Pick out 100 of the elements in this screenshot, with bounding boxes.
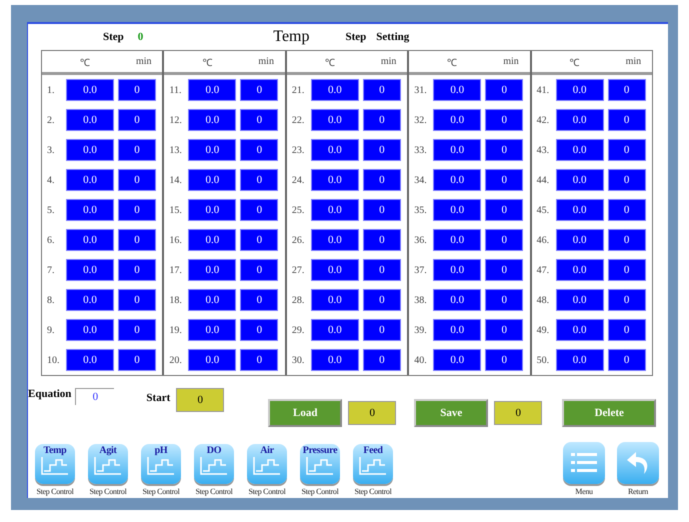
minutes-field[interactable]: 0 [485, 169, 524, 191]
temperature-field[interactable]: 0.0 [310, 289, 359, 311]
minutes-field[interactable]: 0 [362, 229, 401, 251]
temperature-field[interactable]: 0.0 [188, 79, 236, 101]
minutes-field[interactable]: 0 [485, 349, 524, 371]
temperature-field[interactable]: 0.0 [66, 109, 114, 131]
temperature-field[interactable]: 0.0 [556, 169, 604, 191]
minutes-field[interactable]: 0 [118, 109, 156, 131]
minutes-field[interactable]: 0 [608, 259, 646, 281]
temperature-field[interactable]: 0.0 [556, 319, 604, 341]
temperature-field[interactable]: 0.0 [310, 79, 359, 101]
temperature-field[interactable]: 0.0 [433, 169, 482, 191]
step-control-button[interactable]: pH [141, 444, 181, 484]
minutes-field[interactable]: 0 [118, 289, 156, 311]
minutes-field[interactable]: 0 [240, 289, 278, 311]
minutes-field[interactable]: 0 [362, 259, 401, 281]
minutes-field[interactable]: 0 [118, 139, 156, 161]
minutes-field[interactable]: 0 [240, 319, 278, 341]
minutes-field[interactable]: 0 [240, 349, 278, 371]
temperature-field[interactable]: 0.0 [310, 199, 359, 221]
minutes-field[interactable]: 0 [362, 79, 401, 101]
minutes-field[interactable]: 0 [608, 79, 646, 101]
temperature-field[interactable]: 0.0 [188, 259, 236, 281]
temperature-field[interactable]: 0.0 [66, 229, 114, 251]
minutes-field[interactable]: 0 [608, 349, 646, 371]
minutes-field[interactable]: 0 [240, 199, 278, 221]
minutes-field[interactable]: 0 [608, 199, 646, 221]
minutes-field[interactable]: 0 [362, 349, 401, 371]
temperature-field[interactable]: 0.0 [310, 139, 359, 161]
minutes-field[interactable]: 0 [362, 289, 401, 311]
temperature-field[interactable]: 0.0 [433, 289, 482, 311]
temperature-field[interactable]: 0.0 [66, 169, 114, 191]
temperature-field[interactable]: 0.0 [188, 349, 236, 371]
temperature-field[interactable]: 0.0 [556, 199, 604, 221]
step-control-button[interactable]: Agit [88, 444, 128, 484]
minutes-field[interactable]: 0 [608, 289, 646, 311]
minutes-field[interactable]: 0 [240, 229, 278, 251]
temperature-field[interactable]: 0.0 [556, 139, 604, 161]
minutes-field[interactable]: 0 [118, 229, 156, 251]
minutes-field[interactable]: 0 [608, 169, 646, 191]
temperature-field[interactable]: 0.0 [556, 109, 604, 131]
temperature-field[interactable]: 0.0 [188, 229, 236, 251]
minutes-field[interactable]: 0 [608, 229, 646, 251]
minutes-field[interactable]: 0 [118, 199, 156, 221]
step-control-button[interactable]: Pressure [300, 444, 340, 484]
minutes-field[interactable]: 0 [485, 319, 524, 341]
temperature-field[interactable]: 0.0 [310, 259, 359, 281]
minutes-field[interactable]: 0 [240, 259, 278, 281]
temperature-field[interactable]: 0.0 [188, 139, 236, 161]
minutes-field[interactable]: 0 [118, 349, 156, 371]
temperature-field[interactable]: 0.0 [556, 349, 604, 371]
minutes-field[interactable]: 0 [362, 319, 401, 341]
step-control-button[interactable]: Feed [353, 444, 393, 484]
step-control-button[interactable]: Air [247, 444, 287, 484]
temperature-field[interactable]: 0.0 [433, 139, 482, 161]
minutes-field[interactable]: 0 [362, 199, 401, 221]
minutes-field[interactable]: 0 [608, 319, 646, 341]
minutes-field[interactable]: 0 [118, 79, 156, 101]
step-control-button[interactable]: DO [194, 444, 234, 484]
minutes-field[interactable]: 0 [608, 139, 646, 161]
temperature-field[interactable]: 0.0 [556, 229, 604, 251]
temperature-field[interactable]: 0.0 [556, 289, 604, 311]
temperature-field[interactable]: 0.0 [556, 79, 604, 101]
temperature-field[interactable]: 0.0 [66, 199, 114, 221]
temperature-field[interactable]: 0.0 [433, 349, 482, 371]
minutes-field[interactable]: 0 [362, 169, 401, 191]
temperature-field[interactable]: 0.0 [556, 259, 604, 281]
minutes-field[interactable]: 0 [240, 139, 278, 161]
temperature-field[interactable]: 0.0 [188, 109, 236, 131]
step-control-button[interactable]: Temp [35, 444, 75, 484]
temperature-field[interactable]: 0.0 [188, 289, 236, 311]
temperature-field[interactable]: 0.0 [66, 139, 114, 161]
temperature-field[interactable]: 0.0 [188, 169, 236, 191]
minutes-field[interactable]: 0 [362, 139, 401, 161]
temperature-field[interactable]: 0.0 [66, 259, 114, 281]
minutes-field[interactable]: 0 [485, 79, 524, 101]
minutes-field[interactable]: 0 [118, 259, 156, 281]
minutes-field[interactable]: 0 [485, 109, 524, 131]
temperature-field[interactable]: 0.0 [433, 199, 482, 221]
minutes-field[interactable]: 0 [240, 79, 278, 101]
minutes-field[interactable]: 0 [485, 199, 524, 221]
minutes-field[interactable]: 0 [485, 139, 524, 161]
load-field[interactable]: 0 [348, 401, 396, 425]
temperature-field[interactable]: 0.0 [66, 79, 114, 101]
save-field[interactable]: 0 [494, 401, 542, 425]
return-button[interactable] [617, 442, 659, 484]
temperature-field[interactable]: 0.0 [310, 229, 359, 251]
temperature-field[interactable]: 0.0 [433, 79, 482, 101]
minutes-field[interactable]: 0 [118, 169, 156, 191]
temperature-field[interactable]: 0.0 [188, 199, 236, 221]
minutes-field[interactable]: 0 [362, 109, 401, 131]
minutes-field[interactable]: 0 [240, 109, 278, 131]
temperature-field[interactable]: 0.0 [433, 229, 482, 251]
minutes-field[interactable]: 0 [608, 109, 646, 131]
menu-button[interactable] [563, 442, 605, 484]
temperature-field[interactable]: 0.0 [433, 259, 482, 281]
minutes-field[interactable]: 0 [485, 259, 524, 281]
temperature-field[interactable]: 0.0 [66, 289, 114, 311]
temperature-field[interactable]: 0.0 [66, 319, 114, 341]
temperature-field[interactable]: 0.0 [433, 319, 482, 341]
